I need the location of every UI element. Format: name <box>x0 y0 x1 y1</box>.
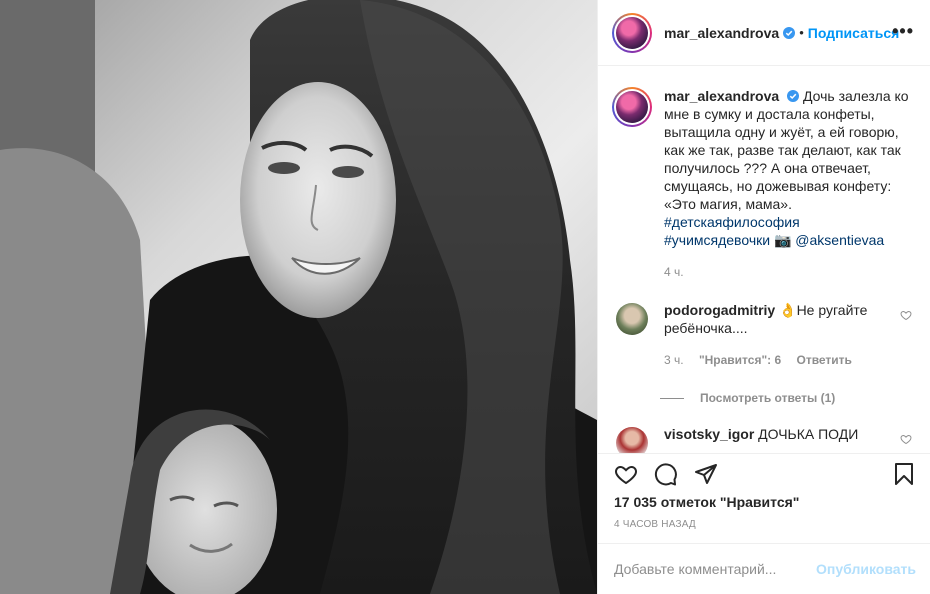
comment-item: visotsky_igor ДОЧЬКА ПОДИ <box>612 425 916 453</box>
post-timestamp[interactable]: 4 ЧАСОВ НАЗАД <box>614 519 696 530</box>
comment-icon[interactable] <box>654 462 678 486</box>
camera-emoji: 📷 <box>773 232 792 248</box>
heart-icon[interactable] <box>614 462 638 486</box>
post-header: mar_alexandrova • Подписаться ••• <box>598 0 930 66</box>
separator-dot: • <box>799 25 804 40</box>
comment-username[interactable]: visotsky_igor <box>664 426 754 442</box>
post-photo[interactable] <box>0 0 597 594</box>
comment-username[interactable]: podorogadmitriy <box>664 302 775 318</box>
comment-item: podorogadmitriy 👌Не ругайте ребёночка...… <box>612 301 916 369</box>
post-caption: mar_alexandrova Дочь залезла ко мне в су… <box>612 67 916 281</box>
action-bar <box>598 453 930 493</box>
comment-heart-icon[interactable] <box>900 309 912 321</box>
caption-text: Дочь залезла ко мне в сумку и достала ко… <box>664 88 909 212</box>
caption-username[interactable]: mar_alexandrova <box>664 88 779 104</box>
follow-button[interactable]: Подписаться <box>808 25 900 41</box>
hashtag-link[interactable]: #учимсядевочки <box>664 232 770 248</box>
post-photo-art <box>0 0 597 594</box>
publish-button[interactable]: Опубликовать <box>816 561 916 577</box>
comment-composer: Опубликовать <box>598 543 930 594</box>
verified-icon <box>783 26 796 39</box>
bookmark-icon[interactable] <box>892 462 916 486</box>
reply-button[interactable]: Ответить <box>796 353 851 367</box>
share-icon[interactable] <box>694 462 718 486</box>
comments-list[interactable]: mar_alexandrova Дочь залезла ко мне в су… <box>598 67 930 453</box>
comment-avatar[interactable] <box>616 303 648 335</box>
comment-input[interactable] <box>614 561 817 577</box>
comment-meta: 3 ч. "Нравится": 6 Ответить <box>664 351 894 369</box>
header-username[interactable]: mar_alexandrova <box>664 25 779 41</box>
comment-time[interactable]: 3 ч. <box>664 353 684 367</box>
comment-likes[interactable]: "Нравится": 6 <box>699 353 781 367</box>
verified-icon <box>787 90 800 102</box>
likes-count[interactable]: 17 035 отметок "Нравится" <box>614 494 799 510</box>
view-replies-label[interactable]: Посмотреть ответы (1) <box>700 391 835 405</box>
caption-avatar[interactable] <box>612 87 652 127</box>
ok-emoji: 👌 <box>779 302 797 318</box>
hashtag-link[interactable]: #детскаяфилософия <box>664 214 800 230</box>
more-icon[interactable]: ••• <box>892 22 914 40</box>
comment-text: ДОЧЬКА ПОДИ <box>758 426 859 442</box>
comment-heart-icon[interactable] <box>900 433 912 445</box>
mention-link[interactable]: @aksentievaa <box>795 232 884 248</box>
avatar[interactable] <box>612 12 652 53</box>
view-replies[interactable]: Посмотреть ответы (1) <box>660 391 916 405</box>
caption-time[interactable]: 4 ч. <box>664 263 909 281</box>
comment-avatar[interactable] <box>616 427 648 453</box>
post-details-panel: mar_alexandrova • Подписаться ••• mar_al… <box>597 0 930 594</box>
